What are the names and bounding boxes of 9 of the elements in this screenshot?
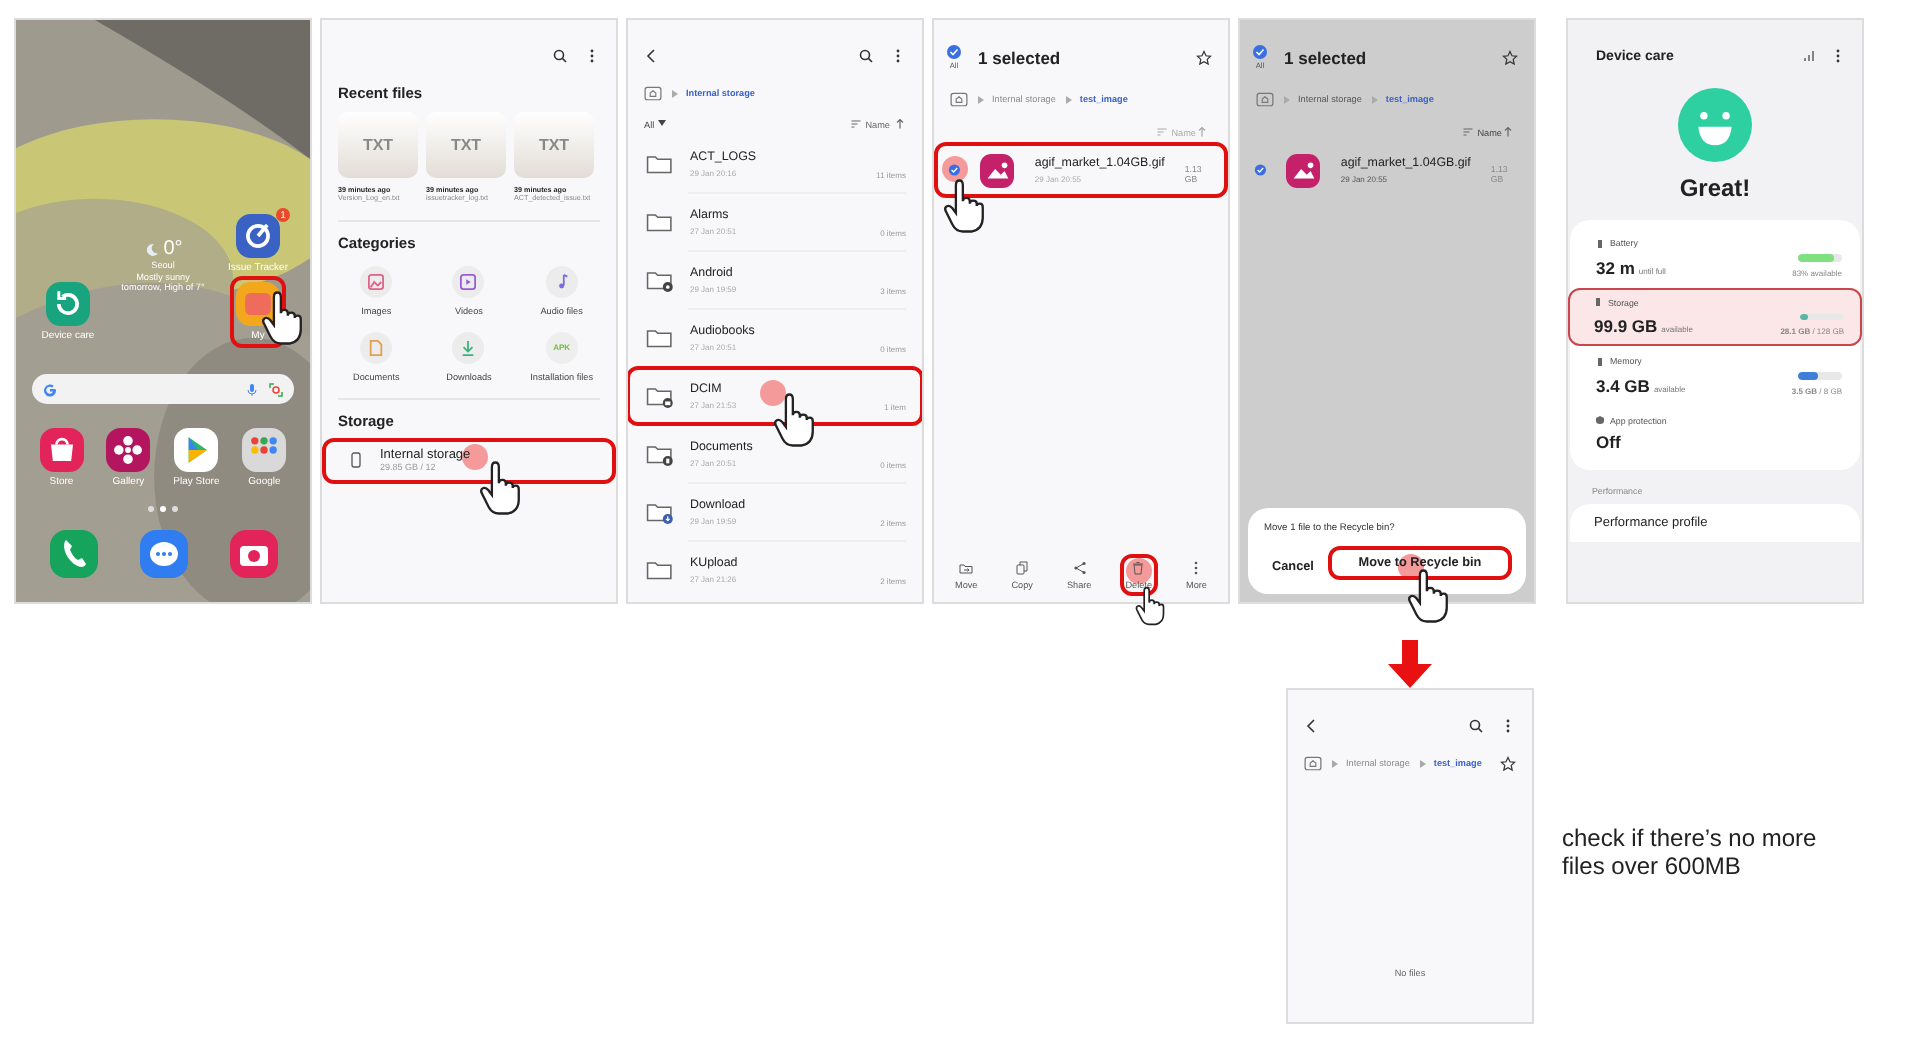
- item-value: Off: [1596, 431, 1621, 451]
- temperature: 0°: [163, 238, 183, 260]
- status-text: Great!: [1677, 174, 1753, 202]
- item-value: 99.9 GB: [1594, 316, 1658, 336]
- item-value: 32 m: [1596, 257, 1635, 277]
- selection-title: 1 selected: [1284, 47, 1369, 67]
- note-text: check if there’s no more files over 600MB: [1562, 823, 1818, 881]
- selection-title: 1 selected: [978, 47, 1063, 67]
- item-value: 3.4 GB: [1596, 375, 1650, 395]
